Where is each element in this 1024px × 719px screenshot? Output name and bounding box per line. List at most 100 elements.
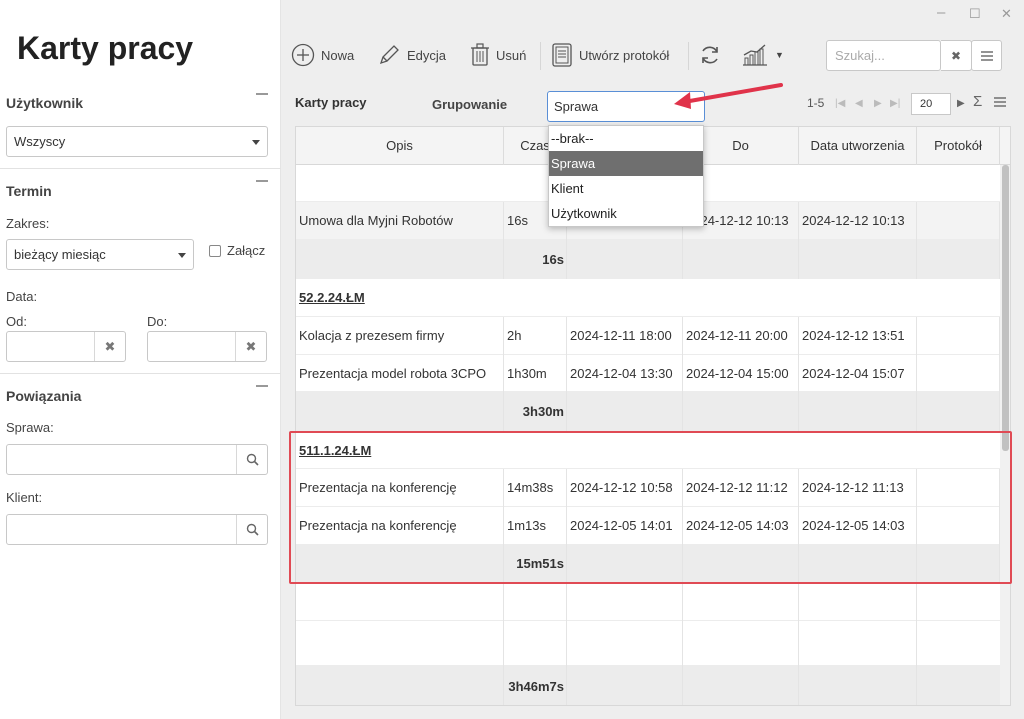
columns-menu-icon[interactable]: [994, 96, 1006, 110]
from-label: Od:: [6, 314, 27, 329]
scroll-thumb[interactable]: [1002, 165, 1009, 451]
cell-protokol: [917, 392, 1000, 432]
first-page-icon[interactable]: |◀: [835, 98, 845, 109]
attach-checkbox[interactable]: [209, 245, 221, 257]
delete-label: Usuń: [496, 47, 527, 63]
prev-page-icon[interactable]: ◀: [855, 98, 863, 109]
grouping-dropdown-list: --brak-- Sprawa Klient Użytkownik: [548, 125, 704, 227]
cell-opis: Prezentacja model robota 3CPO: [296, 355, 504, 392]
edit-button[interactable]: Edycja: [377, 39, 446, 71]
divider: [0, 373, 281, 374]
hamburger-icon: [980, 50, 993, 61]
collapse-relations-section[interactable]: [256, 385, 268, 387]
cell-do: 2024-12-11 20:00: [683, 317, 799, 355]
range-select-value: bieżący miesiąc: [14, 247, 106, 262]
pager-range: 1-5: [807, 96, 825, 110]
table-row[interactable]: Prezentacja model robota 3CPO 1h30m 2024…: [296, 355, 1010, 392]
delete-button[interactable]: Usuń: [470, 39, 526, 71]
next-page-icon[interactable]: ▶: [874, 98, 882, 109]
cell-do: [683, 392, 799, 432]
page-size-input[interactable]: 20: [911, 93, 951, 115]
main-panel: – ☐ ✕ Nowa Edycja Usuń Utwórz protokół ▼…: [281, 0, 1024, 719]
range-select[interactable]: bieżący miesiąc: [6, 239, 194, 270]
group-header-row[interactable]: 52.2.24.ŁM: [296, 279, 1010, 317]
last-page-icon[interactable]: ▶|: [890, 98, 900, 109]
cell-protokol: [917, 317, 1000, 355]
clear-icon[interactable]: ✖: [94, 332, 125, 361]
clear-icon: ✖: [950, 48, 962, 63]
plus-circle-icon: [291, 43, 315, 67]
cell-data-utworzenia: 2024-12-12 13:51: [799, 317, 917, 355]
term-section-title: Termin: [6, 183, 52, 199]
maximize-button[interactable]: ☐: [969, 6, 981, 22]
option-sprawa[interactable]: Sprawa: [549, 151, 703, 176]
group-link[interactable]: 52.2.24.ŁM: [299, 279, 365, 317]
cell-opis: [296, 240, 504, 279]
bar-chart-icon: [743, 44, 767, 66]
cell-opis: [296, 392, 504, 432]
cell-do: 2024-12-04 15:00: [683, 355, 799, 392]
chevron-down-icon: ▼: [775, 50, 784, 60]
date-to-field[interactable]: ✖: [147, 331, 267, 362]
attach-label: Załącz: [227, 243, 266, 258]
grouping-select-value: Sprawa: [554, 99, 599, 114]
chevron-down-icon: [252, 140, 260, 145]
grouping-label: Grupowanie: [432, 97, 508, 112]
chart-menu-button[interactable]: ▼: [741, 39, 784, 71]
total-summary-row: 3h46m7s: [296, 666, 1010, 705]
sidebar: Karty pracy Użytkownik Wszyscy Termin Za…: [0, 0, 281, 719]
user-select-value: Wszyscy: [14, 134, 66, 149]
cell-data-utworzenia: [799, 392, 917, 432]
client-label: Klient:: [6, 490, 43, 505]
column-header-protokol[interactable]: Protokół: [917, 127, 1000, 165]
minimize-button[interactable]: –: [937, 4, 945, 21]
app-title: Karty pracy: [17, 30, 194, 66]
to-label: Do:: [147, 314, 168, 329]
cell-od: 2024-12-11 18:00: [567, 317, 683, 355]
new-label: Nowa: [321, 47, 355, 63]
option-uzytkownik[interactable]: Użytkownik: [549, 201, 703, 226]
table-row[interactable]: Kolacja z prezesem firmy 2h 2024-12-11 1…: [296, 317, 1010, 355]
column-header-data-utworzenia[interactable]: Data utworzenia: [799, 127, 917, 165]
cell-protokol: [917, 355, 1000, 392]
menu-button[interactable]: [971, 40, 1002, 71]
clear-icon[interactable]: ✖: [235, 332, 266, 361]
page-size-arrow-icon[interactable]: ▶: [957, 98, 965, 109]
case-label: Sprawa:: [6, 420, 54, 435]
new-button[interactable]: Nowa: [291, 39, 354, 71]
sum-icon[interactable]: Σ: [973, 93, 982, 110]
close-button[interactable]: ✕: [1001, 6, 1012, 22]
date-label: Data:: [6, 289, 38, 304]
create-protocol-label: Utwórz protokół: [579, 47, 670, 63]
pencil-icon: [379, 45, 399, 65]
option-klient[interactable]: Klient: [549, 176, 703, 201]
user-section-title: Użytkownik: [6, 95, 84, 111]
cell-protokol: [917, 202, 1000, 240]
cell-czas: 2h: [504, 317, 567, 355]
cell-opis: Kolacja z prezesem firmy: [296, 317, 504, 355]
refresh-icon: [702, 46, 718, 64]
toolbar-divider: [688, 42, 689, 70]
date-from-field[interactable]: ✖: [6, 331, 126, 362]
user-select[interactable]: Wszyscy: [6, 126, 268, 157]
search-icon[interactable]: [236, 515, 267, 544]
collapse-term-section[interactable]: [256, 180, 268, 182]
search-input[interactable]: Szukaj...: [826, 40, 941, 71]
client-field[interactable]: [6, 514, 268, 545]
refresh-button[interactable]: [699, 39, 721, 71]
option-none[interactable]: --brak--: [549, 126, 703, 151]
collapse-user-section[interactable]: [256, 93, 268, 95]
trash-icon: [471, 43, 489, 66]
cell-od: [567, 392, 683, 432]
case-field[interactable]: [6, 444, 268, 475]
cell-data-utworzenia: 2024-12-04 15:07: [799, 355, 917, 392]
annotation-highlight-box: [289, 431, 1012, 584]
create-protocol-button[interactable]: Utwórz protokół: [551, 39, 669, 71]
search-icon[interactable]: [236, 445, 267, 474]
clear-search-button[interactable]: ✖: [941, 40, 972, 71]
cell-czas-sum: 16s: [504, 240, 567, 279]
cell-protokol: [917, 240, 1000, 279]
group-summary-row: 3h30m: [296, 392, 1010, 432]
column-header-opis[interactable]: Opis: [296, 127, 504, 165]
cell-data-utworzenia: 2024-12-12 10:13: [799, 202, 917, 240]
